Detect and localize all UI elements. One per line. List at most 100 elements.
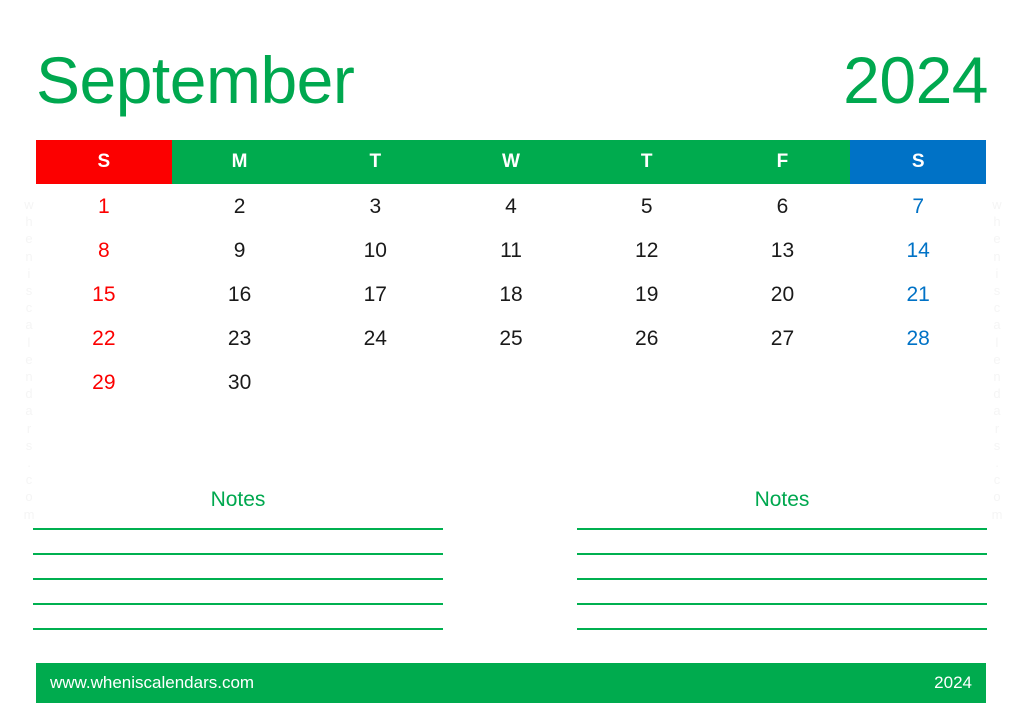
date-cell[interactable]: 10 [307, 229, 443, 273]
date-cell[interactable]: 12 [579, 229, 715, 273]
date-cell[interactable]: 13 [715, 229, 851, 273]
watermark-char: s [993, 437, 1001, 453]
notes-line[interactable] [577, 628, 987, 630]
date-cell[interactable]: 21 [850, 273, 986, 317]
date-cell[interactable]: 15 [36, 273, 172, 317]
watermark-char: a [25, 403, 33, 419]
notes-title-left: Notes [210, 488, 266, 511]
date-cell[interactable]: 29 [36, 361, 172, 405]
date-cell[interactable]: 7 [850, 185, 986, 229]
watermark-char: c [993, 300, 1001, 316]
date-week-row: 8 9 10 11 12 13 14 [36, 229, 986, 273]
watermark-char: r [26, 420, 32, 436]
notes-lines-right [577, 528, 987, 630]
watermark-char: l [995, 334, 999, 350]
month-title: September [36, 43, 355, 117]
watermark-char: h [25, 214, 33, 230]
watermark-char: . [27, 455, 31, 471]
notes-block-right: Notes [577, 488, 987, 630]
weekday-header-row: SMTWTFS [36, 140, 987, 184]
date-cell[interactable]: 2 [172, 185, 308, 229]
notes-block-left: Notes [33, 488, 443, 630]
date-cell[interactable]: 11 [443, 229, 579, 273]
date-cell[interactable]: 23 [172, 317, 308, 361]
date-cell[interactable]: 18 [443, 273, 579, 317]
watermark-char: c [25, 472, 33, 488]
notes-line[interactable] [577, 553, 987, 555]
watermark-char: d [993, 386, 1001, 402]
notes-line[interactable] [33, 553, 443, 555]
date-cell[interactable]: 6 [715, 185, 851, 229]
date-cell[interactable]: 30 [172, 361, 308, 405]
watermark-char: . [995, 455, 999, 471]
date-cell[interactable]: 4 [443, 185, 579, 229]
watermark-char: i [995, 265, 999, 281]
date-cell[interactable]: 16 [172, 273, 308, 317]
footer-bar: www.wheniscalendars.com 2024 [36, 663, 986, 703]
watermark-char: n [993, 369, 1001, 385]
date-cell[interactable]: 28 [850, 317, 986, 361]
watermark-char: n [993, 248, 1001, 264]
date-cell[interactable]: 9 [172, 229, 308, 273]
notes-line[interactable] [33, 528, 443, 530]
notes-line[interactable] [577, 528, 987, 530]
watermark-char: s [993, 283, 1001, 299]
watermark-char: o [993, 489, 1001, 505]
date-cell[interactable]: 3 [307, 185, 443, 229]
notes-line[interactable] [33, 628, 443, 630]
date-cell[interactable]: 25 [443, 317, 579, 361]
footer-year: 2024 [934, 673, 972, 692]
watermark-char: d [25, 386, 33, 402]
date-cell[interactable]: 27 [715, 317, 851, 361]
watermark-char: c [993, 472, 1001, 488]
notes-title-right: Notes [754, 488, 810, 511]
watermark-char: a [25, 317, 33, 333]
watermark-char: i [27, 265, 31, 281]
watermark-left: wheniscalendars.com [16, 196, 42, 523]
watermark-char: e [993, 231, 1001, 247]
watermark-char: e [25, 231, 33, 247]
weekday-header-cell: T [578, 140, 715, 184]
weekday-header-cell: S [850, 140, 987, 184]
date-cell[interactable]: 17 [307, 273, 443, 317]
watermark-char: s [25, 437, 33, 453]
watermark-char: n [25, 369, 33, 385]
date-cell[interactable]: 22 [36, 317, 172, 361]
year-title: 2024 [843, 43, 988, 117]
date-week-row: 22 23 24 25 26 27 28 [36, 317, 986, 361]
date-week-row: 1234567 [36, 185, 986, 229]
date-week-row: 15 16 17 18 19 20 21 [36, 273, 986, 317]
notes-line[interactable] [577, 603, 987, 605]
date-grid: 1 2 3 4 5 6 7 8 9 10 11 12 13 14 15 16 17 18 19 20 21 22 23 24 2… [36, 185, 986, 405]
date-week-row: 29 30 [36, 361, 986, 405]
watermark-char: e [993, 351, 1001, 367]
calendar-page: September 2024 SMTWTFS 1 2 3 4 5 6 7 8 9 10 11 12 13… [0, 0, 1024, 724]
date-cell[interactable]: 14 [850, 229, 986, 273]
watermark-char: m [991, 506, 1003, 522]
footer-website-link[interactable]: www.wheniscalendars.com [50, 673, 254, 693]
weekday-header-cell: W [443, 140, 579, 184]
date-cell-empty [715, 361, 851, 405]
weekday-header-cell: F [714, 140, 851, 184]
date-cell-empty [307, 361, 443, 405]
watermark-char: s [25, 283, 33, 299]
date-cell[interactable]: 20 [715, 273, 851, 317]
date-cell-empty [579, 361, 715, 405]
watermark-char: a [993, 403, 1001, 419]
date-cell[interactable]: 26 [579, 317, 715, 361]
date-cell[interactable]: 8 [36, 229, 172, 273]
date-cell[interactable]: 5 [579, 185, 715, 229]
watermark-char: l [27, 334, 31, 350]
date-cell-empty [443, 361, 579, 405]
weekday-header-cell: T [307, 140, 444, 184]
watermark-char: e [25, 351, 33, 367]
watermark-char: w [992, 197, 1002, 212]
notes-line[interactable] [577, 578, 987, 580]
date-cell[interactable]: 24 [307, 317, 443, 361]
watermark-char: h [993, 214, 1001, 230]
notes-line[interactable] [33, 603, 443, 605]
notes-line[interactable] [33, 578, 443, 580]
date-cell[interactable]: 1 [36, 185, 172, 229]
watermark-char: r [994, 420, 1000, 436]
date-cell[interactable]: 19 [579, 273, 715, 317]
